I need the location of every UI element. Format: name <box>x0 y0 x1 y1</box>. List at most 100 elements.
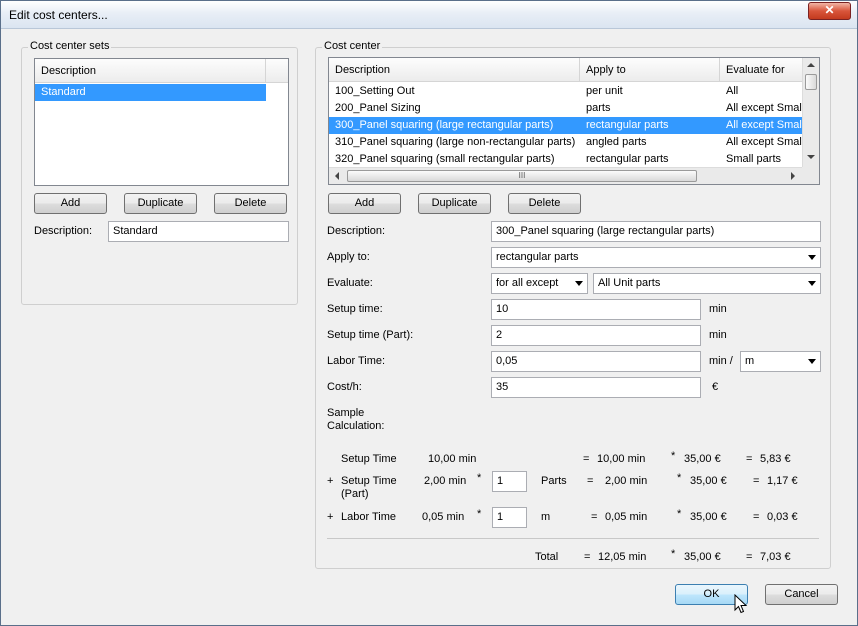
calc-equals: = <box>583 453 590 465</box>
cost-per-hour-unit: € <box>712 381 719 393</box>
chevron-down-icon <box>808 255 816 260</box>
row-description: 320_Panel squaring (small rectangular pa… <box>335 153 555 165</box>
cost-center-group: Cost center Description Apply to Evaluat… <box>315 40 831 569</box>
row-apply-to: parts <box>586 102 611 114</box>
calc-time: 10,00 min <box>597 453 646 465</box>
calc-equals: = <box>746 453 753 465</box>
evaluate-mode-value: for all except <box>496 277 559 289</box>
labor-per-unit-select[interactable]: m <box>740 351 821 372</box>
cancel-button[interactable]: Cancel <box>765 584 838 605</box>
setup-time-unit: min <box>709 303 727 315</box>
row-description: 200_Panel Sizing <box>335 102 421 114</box>
sets-add-button[interactable]: Add <box>34 193 107 214</box>
calc-equals: = <box>753 511 760 523</box>
calc-multiply: * <box>677 472 682 484</box>
calc-equals: = <box>584 551 591 563</box>
calc-total-label: Total <box>535 551 559 563</box>
calc-labor-unit: m <box>541 511 551 523</box>
sets-delete-button[interactable]: Delete <box>214 193 287 214</box>
table-row[interactable]: 100_Setting Out per unit All <box>329 83 803 100</box>
evaluate-label: Evaluate: <box>327 277 373 289</box>
list-header: Description <box>35 59 288 83</box>
sets-description-field[interactable]: Standard <box>108 221 289 242</box>
evaluate-parts-select[interactable]: All Unit parts <box>593 273 821 294</box>
title-bar: Edit cost centers... ✕ <box>1 1 857 29</box>
calc-rate: 35,00 € <box>690 475 727 487</box>
row-evaluate-for: All except Small <box>726 119 803 131</box>
scroll-up-icon[interactable] <box>807 63 815 67</box>
center-delete-button[interactable]: Delete <box>508 193 581 214</box>
list-item[interactable]: Standard <box>35 84 266 101</box>
table-row[interactable]: 320_Panel squaring (small rectangular pa… <box>329 151 803 168</box>
setup-time-field[interactable]: 10 <box>491 299 701 320</box>
description-label: Description: <box>327 225 386 237</box>
column-header-evaluate-for[interactable]: Evaluate for <box>720 58 803 82</box>
description-field[interactable]: 300_Panel squaring (large rectangular pa… <box>491 221 821 242</box>
table-row[interactable]: 200_Panel Sizing parts All except Small <box>329 100 803 117</box>
horizontal-scrollbar[interactable]: III <box>329 167 819 184</box>
calc-multiply: * <box>477 508 482 520</box>
calc-equals: = <box>587 475 594 487</box>
vertical-scrollbar[interactable] <box>802 58 819 167</box>
calc-time: 0,05 min <box>605 511 648 523</box>
row-apply-to: rectangular parts <box>586 153 669 165</box>
calc-plus: + <box>327 511 334 523</box>
calc-total-time: 12,05 min <box>598 551 647 563</box>
calc-setup-part-value: 2,00 min <box>424 475 467 487</box>
window-title: Edit cost centers... <box>9 8 108 22</box>
parts-quantity-field[interactable]: 1 <box>492 471 527 492</box>
sets-duplicate-button[interactable]: Duplicate <box>124 193 197 214</box>
calc-multiply: * <box>677 508 682 520</box>
setup-time-part-field[interactable]: 2 <box>491 325 701 346</box>
calc-rate: 35,00 € <box>690 511 727 523</box>
calc-total-result: 7,03 € <box>760 551 791 563</box>
calc-rate: 35,00 € <box>684 453 721 465</box>
calc-equals: = <box>591 511 598 523</box>
close-icon[interactable]: ✕ <box>808 2 851 20</box>
apply-to-value: rectangular parts <box>496 251 579 263</box>
calc-equals: = <box>753 475 760 487</box>
center-duplicate-button[interactable]: Duplicate <box>418 193 491 214</box>
scroll-left-icon[interactable] <box>335 172 339 180</box>
labor-time-label: Labor Time: <box>327 355 386 367</box>
cost-per-hour-field[interactable]: 35 <box>491 377 701 398</box>
center-add-button[interactable]: Add <box>328 193 401 214</box>
chevron-down-icon <box>808 281 816 286</box>
column-header-apply-to[interactable]: Apply to <box>580 58 720 82</box>
scroll-down-icon[interactable] <box>807 155 815 159</box>
calc-total-rate: 35,00 € <box>684 551 721 563</box>
calc-setup-time-value: 10,00 min <box>428 453 477 465</box>
cost-center-sets-group: Cost center sets Description Standard Ad… <box>21 40 298 305</box>
calc-result: 0,03 € <box>767 511 798 523</box>
table-row-selected[interactable]: 300_Panel squaring (large rectangular pa… <box>329 117 803 134</box>
row-evaluate-for: All except Small <box>726 136 803 148</box>
row-description: 300_Panel squaring (large rectangular pa… <box>335 119 554 131</box>
scroll-right-icon[interactable] <box>791 172 795 180</box>
row-description: 100_Setting Out <box>335 85 415 97</box>
row-evaluate-for: All <box>726 85 739 97</box>
cost-center-list[interactable]: Description Apply to Evaluate for 100_Se… <box>328 57 820 185</box>
apply-to-label: Apply to: <box>327 251 370 263</box>
calc-labor-time-value: 0,05 min <box>422 511 465 523</box>
apply-to-select[interactable]: rectangular parts <box>491 247 821 268</box>
row-apply-to: angled parts <box>586 136 647 148</box>
calc-labor-time-label: Labor Time <box>341 511 397 523</box>
labor-time-field[interactable]: 0,05 <box>491 351 701 372</box>
sample-calculation-label-2: Calculation: <box>327 420 385 432</box>
column-header-description[interactable]: Description <box>35 59 266 83</box>
column-header-description[interactable]: Description <box>329 58 580 82</box>
cost-center-label: Cost center <box>322 40 383 52</box>
table-row[interactable]: 310_Panel squaring (large non-rectangula… <box>329 134 803 151</box>
horizontal-scroll-thumb[interactable]: III <box>347 170 697 182</box>
row-evaluate-for: Small parts <box>726 153 782 165</box>
list-item-label: Standard <box>41 86 86 98</box>
vertical-scroll-thumb[interactable] <box>805 74 817 90</box>
evaluate-mode-select[interactable]: for all except <box>491 273 588 294</box>
sets-description-label: Description: <box>34 225 93 237</box>
calc-time: 2,00 min <box>605 475 648 487</box>
setup-time-label: Setup time: <box>327 303 383 315</box>
calc-setup-time-label: Setup Time <box>341 453 397 465</box>
labor-quantity-field[interactable]: 1 <box>492 507 527 528</box>
cost-center-sets-list[interactable]: Description Standard <box>34 58 289 186</box>
row-apply-to: rectangular parts <box>586 119 669 131</box>
